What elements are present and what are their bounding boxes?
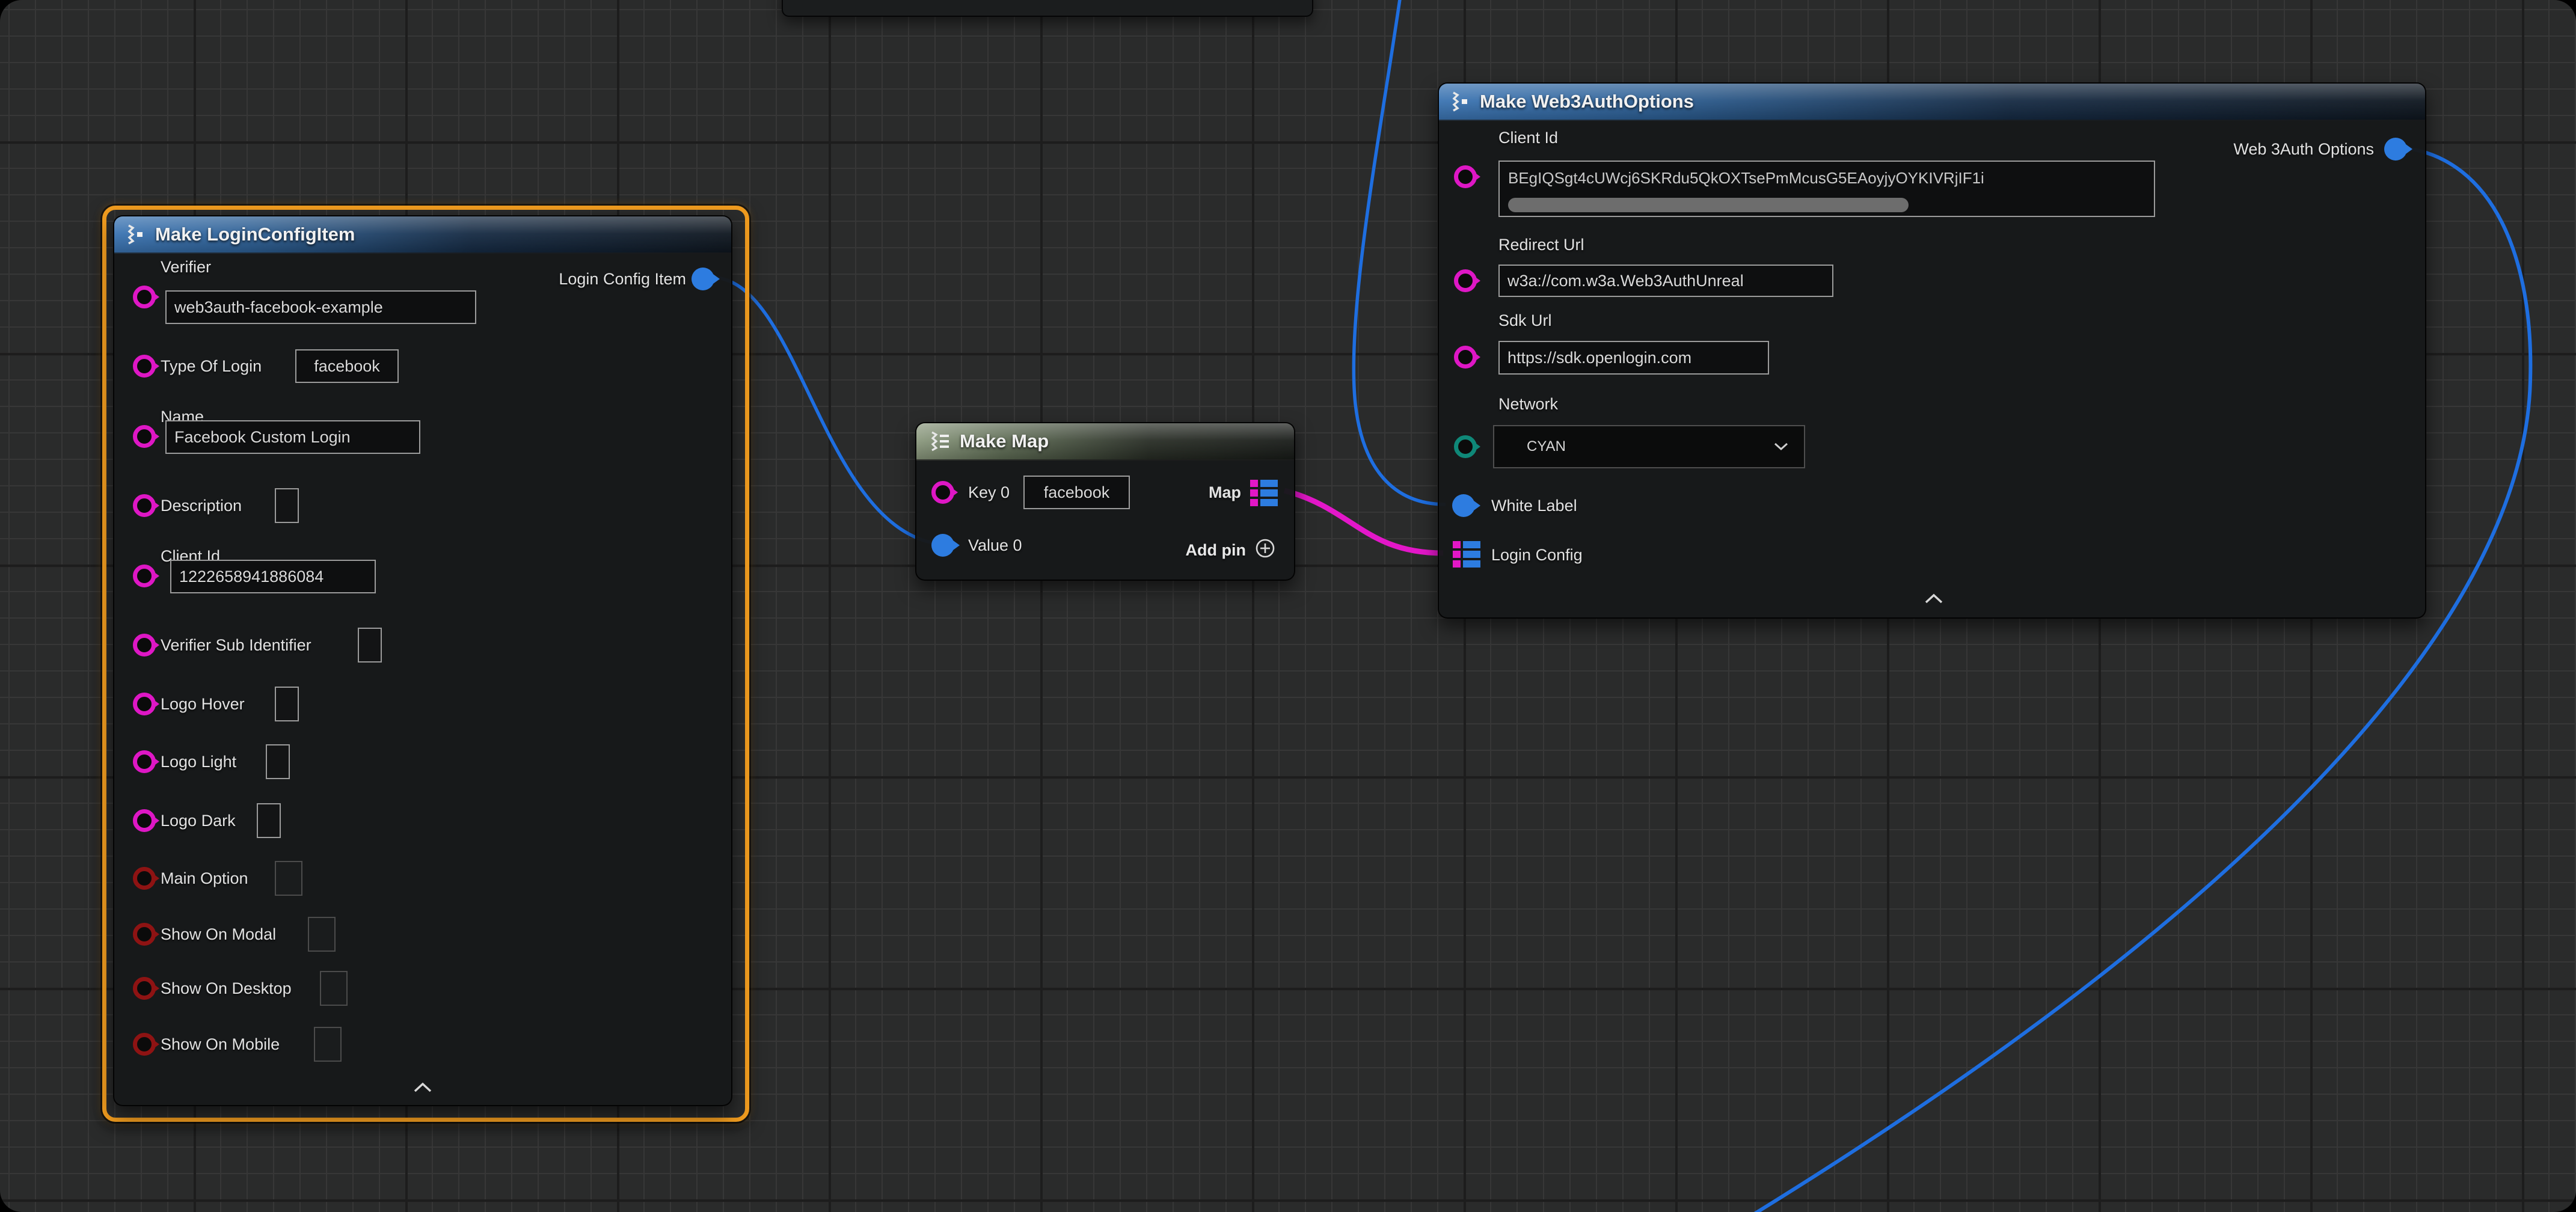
add-pin-button[interactable]: Add pin <box>1186 537 1276 563</box>
chevron-down-icon <box>1774 438 1788 455</box>
pin-output-web3auth-options[interactable] <box>2384 138 2407 161</box>
pin-label-description: Description <box>161 496 242 515</box>
pin-white-label[interactable] <box>1452 494 1475 517</box>
client-id-scrollbar[interactable] <box>1508 198 1909 212</box>
pin-redirect-url[interactable] <box>1454 269 1477 292</box>
pin-output-map[interactable] <box>1250 480 1278 506</box>
input-logo-hover[interactable] <box>275 687 299 721</box>
pin-label-verifier: Verifier <box>161 257 211 277</box>
pin-label-logo-hover: Logo Hover <box>161 694 245 714</box>
pin-description[interactable] <box>133 494 156 517</box>
pin-label-show-on-desktop: Show On Desktop <box>161 979 292 998</box>
pin-network[interactable] <box>1454 435 1477 458</box>
make-struct-icon <box>125 224 147 245</box>
pin-logo-light[interactable] <box>133 750 156 773</box>
pin-verifier-sub-identifier[interactable] <box>133 634 156 656</box>
pin-label-white-label: White Label <box>1491 496 1577 515</box>
input-verifier-sub-identifier[interactable] <box>358 628 382 663</box>
pin-label-show-on-mobile: Show On Mobile <box>161 1035 280 1054</box>
input-redirect-url[interactable]: w3a://com.w3a.Web3AuthUnreal <box>1498 265 1833 297</box>
pin-show-on-mobile[interactable] <box>133 1033 156 1056</box>
input-logo-dark[interactable] <box>257 803 281 838</box>
pin-key-0[interactable] <box>931 481 954 504</box>
pin-client-id[interactable] <box>1454 165 1477 188</box>
pin-show-on-desktop[interactable] <box>133 977 156 1000</box>
input-client-id[interactable]: 1222658941886084 <box>170 560 376 593</box>
field-label-sdk-url: Sdk Url <box>1498 311 1552 330</box>
pin-value-0[interactable] <box>931 534 954 557</box>
pin-name[interactable] <box>133 425 156 448</box>
make-map-icon <box>927 431 951 451</box>
wire-offscreen-to-whitelabel[interactable] <box>1354 0 1446 504</box>
node-header-make-web3authoptions[interactable]: Make Web3AuthOptions <box>1439 84 2425 121</box>
add-pin-icon <box>1254 537 1276 563</box>
pin-logo-hover[interactable] <box>133 693 156 715</box>
input-key-0[interactable]: facebook <box>1023 476 1130 509</box>
pin-label-login-config: Login Config <box>1491 545 1583 565</box>
pin-type-of-login[interactable] <box>133 355 156 378</box>
collapse-node-button[interactable] <box>413 1082 432 1096</box>
node-make-loginconfigitem[interactable]: Make LoginConfigItem Login Config Item V… <box>113 215 732 1106</box>
pin-label-type-of-login: Type Of Login <box>161 357 262 376</box>
input-logo-light[interactable] <box>266 744 290 779</box>
client-id-text: BEgIQSgt4cUWcj6SKRdu5QkOXTsePmMcusG5EAoy… <box>1508 169 2142 188</box>
pin-label-value-0: Value 0 <box>968 536 1022 555</box>
input-type-of-login[interactable]: facebook <box>295 349 399 383</box>
checkbox-main-option[interactable] <box>275 861 302 896</box>
pin-client-id[interactable] <box>133 565 156 587</box>
pin-login-config[interactable] <box>1453 541 1480 568</box>
collapse-node-button[interactable] <box>1924 593 1943 607</box>
node-title: Make LoginConfigItem <box>155 224 355 245</box>
add-pin-label: Add pin <box>1186 541 1246 560</box>
output-label-web3auth-options: Web 3Auth Options <box>2233 139 2374 159</box>
checkbox-show-on-mobile[interactable] <box>314 1027 342 1062</box>
pin-show-on-modal[interactable] <box>133 923 156 946</box>
node-title: Make Web3AuthOptions <box>1480 91 1694 112</box>
node-make-web3authoptions[interactable]: Make Web3AuthOptions Web 3Auth Options C… <box>1438 82 2426 619</box>
node-make-map[interactable]: Make Map Key 0 facebook Map Value 0 Add … <box>915 422 1295 581</box>
pin-label-logo-dark: Logo Dark <box>161 811 236 830</box>
pin-label-key-0: Key 0 <box>968 483 1010 502</box>
network-dropdown[interactable]: CYAN <box>1493 425 1805 468</box>
pin-logo-dark[interactable] <box>133 809 156 832</box>
pin-sdk-url[interactable] <box>1454 346 1477 369</box>
field-label-client-id: Client Id <box>1498 128 1558 147</box>
input-sdk-url[interactable]: https://sdk.openlogin.com <box>1498 341 1769 375</box>
make-struct-icon <box>1450 91 1471 112</box>
field-label-redirect-url: Redirect Url <box>1498 235 1584 254</box>
checkbox-show-on-desktop[interactable] <box>320 971 348 1006</box>
pin-label-logo-light: Logo Light <box>161 752 236 771</box>
pin-main-option[interactable] <box>133 867 156 890</box>
field-label-network: Network <box>1498 394 1558 414</box>
pin-output-login-config-item[interactable] <box>692 268 714 290</box>
pin-label-show-on-modal: Show On Modal <box>161 925 276 944</box>
blueprint-graph-canvas[interactable]: Make LoginConfigItem Login Config Item V… <box>0 0 2576 1212</box>
pin-label-verifier-sub-identifier: Verifier Sub Identifier <box>161 635 311 655</box>
wire-loginconfigitem-to-value0[interactable] <box>717 278 936 543</box>
pin-label-main-option: Main Option <box>161 869 248 888</box>
input-verifier[interactable]: web3auth-facebook-example <box>165 290 476 324</box>
node-header-make-loginconfigitem[interactable]: Make LoginConfigItem <box>114 216 731 254</box>
network-dropdown-value: CYAN <box>1527 438 1566 455</box>
input-client-id[interactable]: BEgIQSgt4cUWcj6SKRdu5QkOXTsePmMcusG5EAoy… <box>1498 161 2155 217</box>
input-description[interactable] <box>275 488 299 523</box>
output-label-login-config-item: Login Config Item <box>559 269 686 289</box>
checkbox-show-on-modal[interactable] <box>308 917 336 952</box>
node-title: Make Map <box>960 430 1049 452</box>
input-name[interactable]: Facebook Custom Login <box>165 420 420 454</box>
output-label-map: Map <box>1209 483 1241 502</box>
pin-verifier[interactable] <box>133 286 156 308</box>
node-header-make-map[interactable]: Make Map <box>916 423 1294 461</box>
offscreen-node-edge[interactable] <box>782 0 1313 17</box>
